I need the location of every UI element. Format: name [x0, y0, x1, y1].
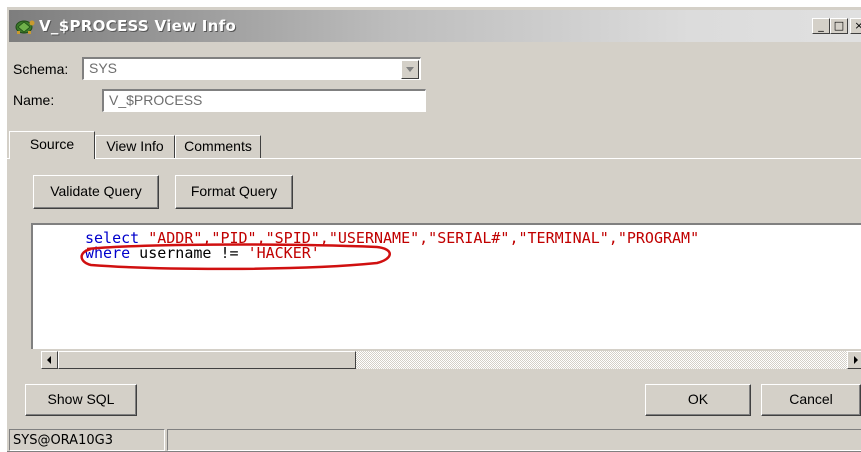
scroll-right-button[interactable] [847, 351, 861, 369]
schema-label: Schema: [13, 61, 69, 77]
tab-view-info[interactable]: View Info [95, 135, 175, 158]
sql-editor[interactable]: select "ADDR","PID","SPID","USERNAME","S… [31, 223, 861, 349]
status-panel [167, 429, 861, 451]
turtle-icon [15, 20, 35, 34]
close-button[interactable]: × [850, 18, 861, 34]
validate-query-button[interactable]: Validate Query [33, 175, 159, 209]
status-bar: SYS@ORA10G3 [7, 427, 861, 452]
name-value: V_$PROCESS [109, 92, 203, 108]
name-label: Name: [13, 92, 55, 108]
chevron-down-icon[interactable] [401, 60, 419, 79]
schema-combo[interactable]: SYS [82, 57, 421, 80]
tab-comments[interactable]: Comments [175, 135, 261, 158]
window-title: V_$PROCESS View Info [39, 17, 237, 35]
maximize-button[interactable]: □ [830, 18, 848, 34]
scroll-thumb[interactable] [58, 351, 356, 369]
schema-value: SYS [89, 60, 118, 76]
format-query-button[interactable]: Format Query [175, 175, 293, 209]
arrow-left-icon [47, 356, 51, 364]
arrow-right-icon [854, 356, 858, 364]
view-info-window: V_$PROCESS View Info _ □ × Schema: SYS N… [6, 6, 861, 452]
name-field[interactable]: V_$PROCESS [102, 89, 426, 112]
ok-button[interactable]: OK [645, 384, 751, 416]
cancel-button[interactable]: Cancel [761, 384, 861, 416]
tab-panel-border [7, 158, 861, 159]
scroll-corner [31, 351, 41, 369]
connection-status: SYS@ORA10G3 [9, 429, 165, 451]
highlight-circle [80, 243, 391, 271]
horizontal-scrollbar[interactable] [41, 351, 861, 369]
minimize-button[interactable]: _ [812, 18, 830, 34]
scroll-left-button[interactable] [41, 351, 58, 369]
show-sql-button[interactable]: Show SQL [25, 384, 137, 416]
title-bar[interactable]: V_$PROCESS View Info _ □ × [9, 10, 861, 42]
tab-source[interactable]: Source [9, 131, 95, 159]
